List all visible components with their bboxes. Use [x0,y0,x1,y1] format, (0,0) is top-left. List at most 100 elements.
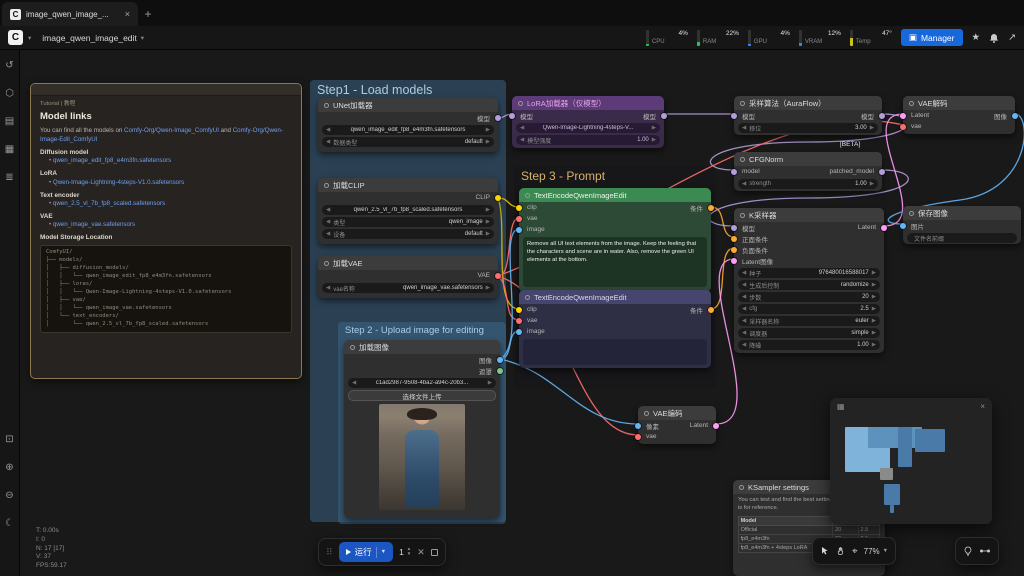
collapse-icon[interactable] [324,103,329,108]
collapse-icon[interactable] [525,193,530,198]
prompt-textarea[interactable] [523,339,707,365]
minimap-layout-icon[interactable]: ▦ [837,402,845,411]
drag-handle-icon[interactable]: ⠿ [326,547,333,558]
model-output-port[interactable] [661,113,667,119]
combo-right-icon[interactable] [486,285,490,291]
control-after-generate-widget[interactable]: 生成后控制randomize [738,280,880,290]
node-cfg-norm[interactable]: CFGNorm model patched_model strength1.00 [734,152,882,191]
collapse-icon[interactable] [740,101,745,106]
model-link[interactable]: qwen_image_edit_fp8_e4m3fn.safetensors [49,157,292,166]
pixels-input-port[interactable] [635,423,641,429]
clip-input-port[interactable] [516,205,522,211]
node-header[interactable]: VAE编码 [638,406,716,420]
conditioning-output-port[interactable] [708,205,714,211]
combo-right-icon[interactable] [486,207,490,213]
collapse-icon[interactable] [909,211,914,216]
vae-input-port[interactable] [516,216,522,222]
templates-icon[interactable]: ▦ [5,144,14,156]
collapse-icon[interactable] [518,101,523,106]
node-header[interactable]: 采样算法（AuraFlow） [734,96,882,110]
combo-right-icon[interactable] [872,282,876,288]
combo-right-icon[interactable] [486,127,490,133]
collapse-icon[interactable] [324,261,329,266]
tab-close-icon[interactable]: × [125,9,130,19]
new-tab-button[interactable]: + [138,4,158,24]
run-toolbar[interactable]: ⠿ 运行 ▼ 1 ▲▼ ✕ [318,538,446,566]
upload-button[interactable]: 选择文件上传 [348,390,496,401]
workflow-tab[interactable]: C image_qwen_image_... × [2,2,138,26]
node-header[interactable]: 加载CLIP [318,178,498,192]
combo-right-icon[interactable] [872,306,876,312]
combo-left-icon[interactable] [326,231,330,237]
combo-left-icon[interactable] [326,285,330,291]
combo-right-icon[interactable] [486,139,490,145]
theme-toggle-icon[interactable]: ☾ [5,518,14,530]
workflows-icon[interactable]: ↺ [5,60,13,72]
positive-input-port[interactable] [731,236,737,242]
combo-left-icon[interactable] [742,181,746,187]
zoom-in-icon[interactable]: ⊕ [5,462,13,474]
repo-link-1[interactable]: Comfy-Org/Qwen-Image_ComfyUI [124,127,219,134]
combo-right-icon[interactable] [872,330,876,336]
collapse-icon[interactable] [739,485,744,490]
seed-widget[interactable]: 种子976480016588017 [738,268,880,278]
clip-output-port[interactable] [495,195,501,201]
combo-right-icon[interactable] [870,125,874,131]
clip-type-widget[interactable]: 类型qwen_image [322,217,494,227]
clip-device-widget[interactable]: 设备default [322,229,494,239]
collapse-icon[interactable] [909,101,914,106]
node-text-encode-positive[interactable]: TextEncodeQwenImageEdit clip 条件 vae imag… [519,188,711,292]
model-link[interactable]: qwen_image_vae.safetensors [49,221,292,230]
queue-icon[interactable]: ≣ [5,172,13,184]
node-header[interactable]: CFGNorm [734,152,882,166]
node-library-icon[interactable]: ⬡ [5,88,14,100]
combo-right-icon[interactable] [652,125,656,131]
interrupt-icon[interactable]: ✕ [417,547,425,558]
combo-left-icon[interactable] [742,342,746,348]
node-vae-decode[interactable]: VAE解码 Latent 图像 vae [903,96,1015,134]
combo-left-icon[interactable] [326,139,330,145]
menu-chevron-icon[interactable]: ▾ [28,34,31,42]
denoise-widget[interactable]: 降噪1.00 [738,340,880,350]
dtype-widget[interactable]: 数据类型default [322,137,494,147]
combo-right-icon[interactable] [872,294,876,300]
conditioning-output-port[interactable] [708,307,714,313]
lora-name-widget[interactable]: Qwen-Image-Lightning-4steps-V... [516,123,660,133]
combo-left-icon[interactable] [520,137,524,143]
image-output-port[interactable] [1012,113,1018,119]
combo-right-icon[interactable] [486,231,490,237]
app-logo-icon[interactable]: C [8,30,23,45]
image-file-widget[interactable]: c1ad2987-9508-4ba2-a94c-20b3... [348,378,496,388]
collapse-icon[interactable] [740,157,745,162]
model-output-port[interactable] [495,115,501,121]
image-output-port[interactable] [497,357,503,363]
combo-left-icon[interactable] [326,219,330,225]
model-input-port[interactable] [731,225,737,231]
model-input-port[interactable] [731,169,737,175]
clip-name-widget[interactable]: qwen_2.5_vl_7b_fp8_scaled.safetensors [322,205,494,215]
combo-right-icon[interactable] [872,342,876,348]
toggle-controls[interactable] [955,537,999,565]
steps-widget[interactable]: 步数20 [738,292,880,302]
shift-widget[interactable]: 移位3.00 [738,123,878,133]
node-header[interactable]: K采样器 [734,208,884,222]
latent-output-port[interactable] [713,423,719,429]
lora-strength-widget[interactable]: 模型强度1.00 [516,135,660,145]
group-title[interactable]: Step 3 - Prompt [514,166,716,186]
share-icon[interactable]: ↗ [1008,32,1016,43]
clip-input-port[interactable] [516,307,522,313]
fit-view-icon[interactable]: ⊡ [5,434,13,446]
node-header[interactable]: LoRA加载器（仅模型） [512,96,664,110]
collapse-icon[interactable] [350,345,355,350]
zoom-out-icon[interactable]: ⊖ [5,490,13,502]
latent-input-port[interactable] [900,113,906,119]
image-input-port[interactable] [900,223,906,229]
group-title[interactable]: Step1 - Load models [310,80,506,100]
image-input-port[interactable] [516,329,522,335]
strength-widget[interactable]: strength1.00 [738,179,878,189]
latent-output-port[interactable] [881,225,887,231]
node-vae-encode[interactable]: VAE编码 像素 Latent vae [638,406,716,444]
vae-name-widget[interactable]: vae名称qwen_image_vae.safetensors [322,283,494,293]
node-clip-loader[interactable]: 加载CLIP CLIP qwen_2.5_vl_7b_fp8_scaled.sa… [318,178,498,244]
star-icon[interactable]: ★ [972,32,981,43]
